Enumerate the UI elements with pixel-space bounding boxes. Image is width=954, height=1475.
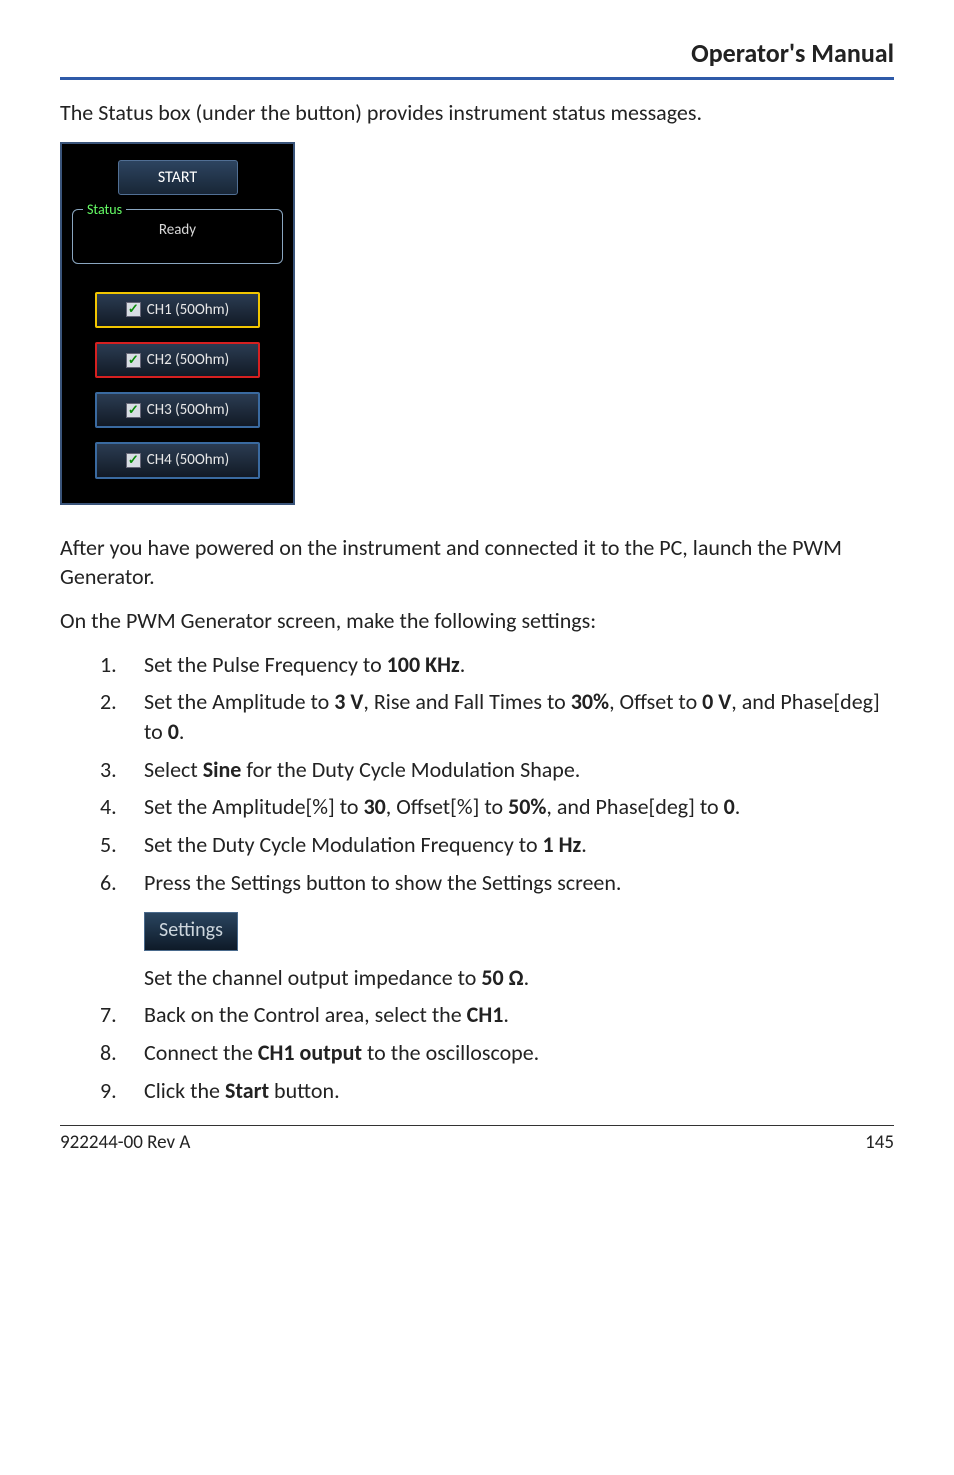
text: .	[735, 793, 741, 820]
text: Select	[144, 756, 203, 783]
channel-button-ch2[interactable]: ✓ CH2 (50Ohm)	[95, 342, 260, 378]
list-item: Back on the Control area, select the CH1…	[100, 1000, 894, 1030]
list-item: Set the Pulse Frequency to 100 KHz.	[100, 650, 894, 680]
bold-value: 3 V	[334, 688, 363, 715]
page-footer: 922244-00 Rev A 145	[60, 1125, 894, 1156]
steps-list: Set the Pulse Frequency to 100 KHz. Set …	[100, 650, 894, 1106]
settings-button-label: Settings	[159, 918, 223, 942]
bold-value: 0 V	[702, 688, 731, 715]
bold-value: 0	[168, 718, 179, 745]
settings-button[interactable]: Settings	[144, 912, 238, 951]
start-button-label: START	[158, 168, 197, 187]
bold-value: 50 Ω	[481, 964, 523, 991]
text: Back on the Control area, select the	[144, 1001, 467, 1028]
text: .	[460, 651, 466, 678]
bold-value: Start	[225, 1077, 269, 1104]
channel-label: CH1 (50Ohm)	[147, 300, 229, 320]
text: , Offset to	[609, 688, 702, 715]
list-item: Select Sine for the Duty Cycle Modulatio…	[100, 755, 894, 785]
status-value: Ready	[81, 220, 274, 240]
control-panel: START Status Ready ✓ CH1 (50Ohm) ✓ CH2 (…	[60, 142, 295, 505]
text: Set the Duty Cycle Modulation Frequency …	[144, 831, 543, 858]
page-number: 145	[865, 1130, 894, 1156]
text: to the oscilloscope.	[362, 1039, 539, 1066]
text: Set the channel output impedance to	[144, 964, 481, 991]
list-item: Set the Amplitude to 3 V, Rise and Fall …	[100, 687, 894, 746]
text: Press the Settings button to show the Se…	[144, 869, 621, 896]
text: Set the Amplitude[%] to	[144, 793, 363, 820]
bold-value: 30%	[571, 688, 609, 715]
status-caption: Status	[83, 201, 126, 220]
page-header: Operator's Manual	[60, 36, 894, 80]
checkbox-icon[interactable]: ✓	[126, 302, 141, 317]
list-item: Set the Amplitude[%] to 30, Offset[%] to…	[100, 792, 894, 822]
list-item: Press the Settings button to show the Se…	[100, 868, 894, 992]
checkbox-icon[interactable]: ✓	[126, 403, 141, 418]
bold-value: CH1 output	[258, 1039, 362, 1066]
text: Set the Pulse Frequency to	[144, 651, 387, 678]
channel-button-ch4[interactable]: ✓ CH4 (50Ohm)	[95, 442, 260, 478]
intro-text: The Status box (under the button) provid…	[60, 98, 894, 128]
channel-button-ch3[interactable]: ✓ CH3 (50Ohm)	[95, 392, 260, 428]
text: , and Phase[deg] to	[546, 793, 723, 820]
bold-value: 30	[363, 793, 385, 820]
bold-value: 100 KHz	[387, 651, 460, 678]
doc-revision: 922244-00 Rev A	[60, 1130, 190, 1156]
checkbox-icon[interactable]: ✓	[126, 353, 141, 368]
text: .	[581, 831, 587, 858]
channel-label: CH2 (50Ohm)	[147, 350, 229, 370]
text: Set the Amplitude to	[144, 688, 334, 715]
bold-value: Sine	[203, 756, 242, 783]
bold-value: 0	[724, 793, 735, 820]
text: for the Duty Cycle Modulation Shape.	[241, 756, 580, 783]
list-item: Set the Duty Cycle Modulation Frequency …	[100, 830, 894, 860]
text: .	[179, 718, 185, 745]
bold-value: 50%	[508, 793, 546, 820]
paragraph: On the PWM Generator screen, make the fo…	[60, 606, 894, 636]
status-box: Status Ready	[72, 209, 283, 263]
list-item: Click the Start button.	[100, 1076, 894, 1106]
start-button[interactable]: START	[118, 160, 238, 196]
text: .	[503, 1001, 509, 1028]
bold-value: 1 Hz	[543, 831, 582, 858]
channel-label: CH3 (50Ohm)	[147, 400, 229, 420]
text: Click the	[144, 1077, 225, 1104]
text: , Offset[%] to	[386, 793, 508, 820]
text: , Rise and Fall Times to	[363, 688, 570, 715]
checkbox-icon[interactable]: ✓	[126, 453, 141, 468]
bold-value: CH1	[467, 1001, 504, 1028]
manual-title: Operator's Manual	[691, 37, 894, 69]
channel-button-ch1[interactable]: ✓ CH1 (50Ohm)	[95, 292, 260, 328]
paragraph: After you have powered on the instrument…	[60, 533, 894, 592]
text: button.	[269, 1077, 340, 1104]
text: .	[524, 964, 530, 991]
list-item: Connect the CH1 output to the oscillosco…	[100, 1038, 894, 1068]
channel-label: CH4 (50Ohm)	[147, 450, 229, 470]
text: Connect the	[144, 1039, 258, 1066]
